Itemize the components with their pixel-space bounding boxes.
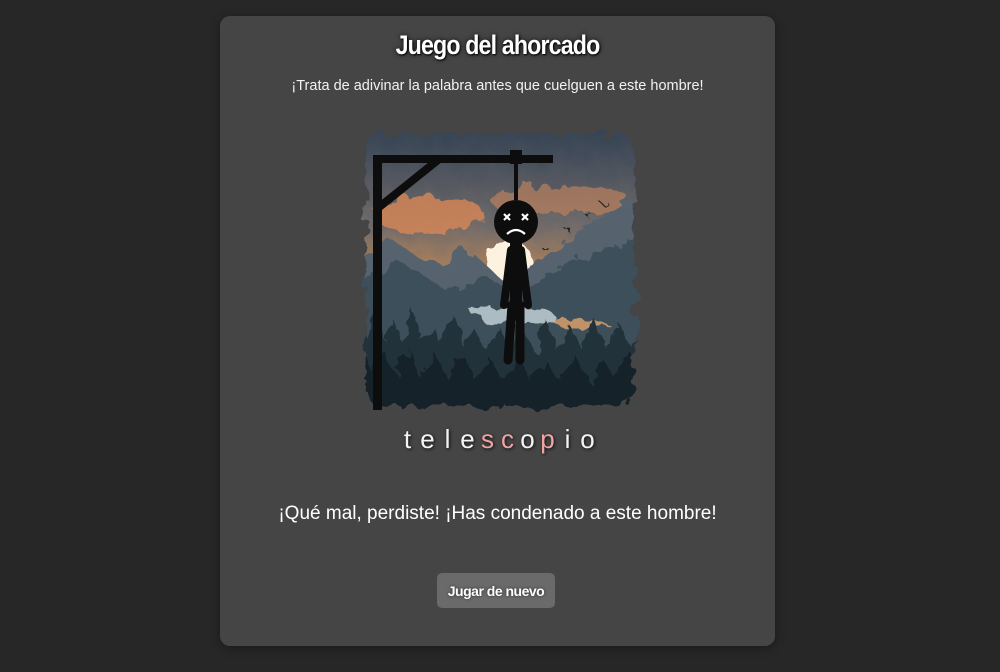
word-letter: t [403,424,412,454]
game-title: Juego del ahorcado [395,30,601,60]
word-letter: e [460,424,475,454]
word-letter: s [481,424,494,454]
word-letter: p [540,424,555,454]
word-letter: i [564,424,571,454]
game-subtitle: ¡Trata de adivinar la palabra antes que … [291,78,704,94]
hanged-man-illustration [366,134,634,410]
game-card: Juego del ahorcado ¡Trata de adivinar la… [220,16,775,646]
word-letter: c [501,424,514,454]
word-letter: o [580,424,595,454]
result-message: ¡Qué mal, perdiste! ¡Has condenado a est… [278,503,717,524]
play-again-button[interactable]: Jugar de nuevo [437,573,555,608]
word-display: t e l e s c o p i o [220,424,775,455]
word-letter: l [444,424,451,454]
word-letter: e [420,424,435,454]
word-letter: o [520,424,535,454]
